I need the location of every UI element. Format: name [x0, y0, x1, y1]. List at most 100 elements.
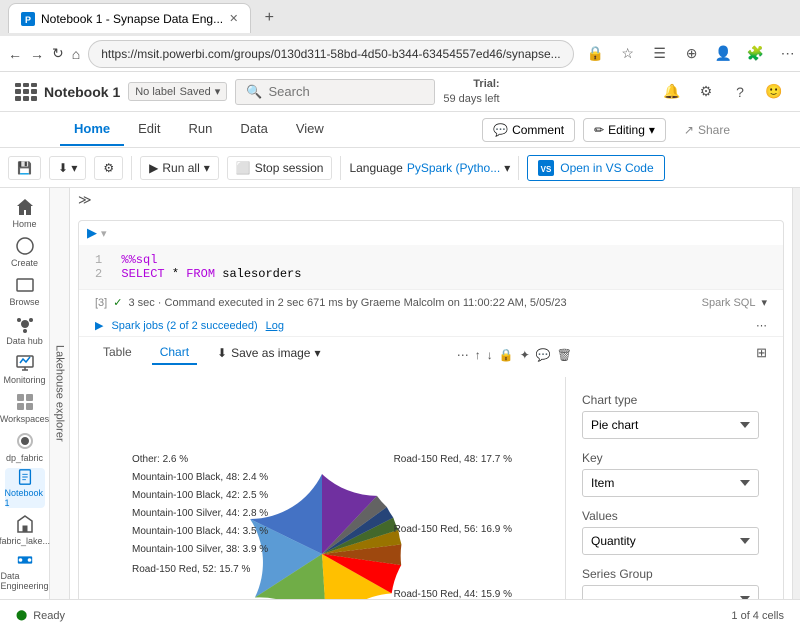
cell-format-icon[interactable]: ✦ — [520, 348, 530, 362]
spark-expand-icon[interactable]: ▶ — [95, 319, 103, 332]
collapse-button[interactable]: ≫ — [78, 192, 92, 208]
values-section: Values Quantity — [582, 509, 759, 555]
save-image-button[interactable]: ⬇ Save as image ▾ — [209, 342, 328, 364]
refresh-button[interactable]: ↻ — [52, 40, 64, 68]
chart-type-section: Chart type Pie chart — [582, 393, 759, 439]
spark-jobs-bar[interactable]: ▶ Spark jobs (2 of 2 succeeded) Log ⋯ — [79, 315, 783, 336]
cell-menu-icon[interactable]: ⋯ — [457, 348, 469, 362]
sidebar-item-data-hub[interactable]: Data hub — [5, 313, 45, 348]
tab-chart[interactable]: Chart — [152, 341, 197, 365]
tab-view[interactable]: View — [282, 113, 338, 146]
pie-label-rd150-52: Road-150 Red, 52: 15.7 % — [132, 564, 250, 575]
series-group-select[interactable] — [582, 585, 759, 599]
tab-data[interactable]: Data — [226, 113, 281, 146]
cell-collapse-icon[interactable]: ▾ — [101, 227, 107, 240]
cell-toolbar: ⋯ ↑ ↓ 🔒 ✦ 💬 🗑 — [457, 348, 572, 362]
explorer-panel[interactable]: Lakehouse explorer — [50, 188, 70, 599]
svg-text:VS: VS — [541, 165, 552, 174]
sidebar-item-notebook[interactable]: Notebook 1 — [5, 468, 45, 508]
browser-menu-icon[interactable]: ⋯ — [774, 40, 800, 68]
chart-type-label: Chart type — [582, 393, 759, 407]
chevron-down-icon: ▾ — [215, 85, 221, 98]
smiley-icon[interactable]: 🙂 — [760, 78, 788, 106]
browser-nav: ← → ↻ ⌂ https://msit.powerbi.com/groups/… — [0, 36, 800, 72]
run-all-button[interactable]: ▶ Run all ▾ — [140, 156, 219, 180]
cell-delete-icon[interactable]: 🗑 — [557, 348, 572, 362]
sidebar-item-browse[interactable]: Browse — [5, 274, 45, 309]
chart-icon-button[interactable]: ⊞ — [756, 345, 767, 361]
open-vs-code-button[interactable]: VS Open in VS Code — [527, 155, 664, 181]
tab-favicon-icon: P — [21, 12, 35, 26]
app: Notebook 1 No label Saved ▾ 🔍 Trial: 59 … — [0, 72, 800, 631]
code-cell: ▶ ▾ 1 %%sql 2 SELECT * FROM salesorders — [78, 220, 784, 599]
url-bar[interactable]: https://msit.powerbi.com/groups/0130d311… — [88, 40, 573, 68]
search-box[interactable]: 🔍 — [235, 79, 435, 105]
save-button[interactable]: 💾 — [8, 156, 41, 180]
status-section: ⬤ Ready — [16, 610, 65, 622]
output-text: 3 sec · Command executed in 2 sec 671 ms… — [128, 297, 566, 309]
sidebar-label-fabric-lakehouse: fabric_lake... — [0, 536, 50, 546]
language-selector[interactable]: Language PySpark (Pytho... ▾ — [349, 161, 510, 175]
key-section: Key Item — [582, 451, 759, 497]
sidebar-item-create[interactable]: Create — [5, 235, 45, 270]
search-input[interactable] — [269, 84, 425, 99]
toolbar-separator — [131, 156, 132, 180]
bell-icon[interactable]: 🔔 — [658, 78, 686, 106]
notebook-area: ≫ ▶ ▾ 1 %%sql 2 SELECT * — [70, 188, 792, 599]
lang-chevron-icon: ▾ — [504, 161, 510, 175]
data-engineering-icon[interactable]: Data Engineering — [5, 551, 45, 591]
share-button[interactable]: ↗ Share — [674, 119, 740, 141]
zoom-icon[interactable]: ⊕ — [678, 40, 706, 68]
editing-chevron-icon: ▾ — [649, 123, 655, 137]
tab-run[interactable]: Run — [175, 113, 227, 146]
help-icon[interactable]: ? — [726, 78, 754, 106]
sidebar-item-dp-fabric[interactable]: dp_fabric — [5, 429, 45, 464]
cell-run-button[interactable]: ▶ — [87, 225, 97, 241]
editing-button[interactable]: ✏ Editing ▾ — [583, 118, 666, 142]
search-icon: 🔍 — [246, 84, 262, 100]
sidebar-item-workspaces[interactable]: Workspaces — [5, 390, 45, 425]
left-sidebar: Home Create Browse Data hub Monitoring W… — [0, 188, 50, 599]
sidebar-item-monitoring[interactable]: Monitoring — [5, 352, 45, 387]
series-group-section: Series Group — [582, 567, 759, 599]
values-select[interactable]: Quantity — [582, 527, 759, 555]
settings-icon[interactable]: ⚙ — [692, 78, 720, 106]
series-group-label: Series Group — [582, 567, 759, 581]
star-icon[interactable]: ☆ — [614, 40, 642, 68]
cell-lock-icon[interactable]: 🔒 — [499, 348, 514, 362]
sidebar-label-home: Home — [12, 219, 36, 229]
settings-button[interactable]: ⚙ — [94, 156, 123, 180]
tab-edit[interactable]: Edit — [124, 113, 174, 146]
sidebar-item-home[interactable]: Home — [5, 196, 45, 231]
profile-icon[interactable]: 👤 — [710, 40, 738, 68]
tab-close-icon[interactable]: ✕ — [229, 12, 238, 25]
download-button[interactable]: ⬇ ▾ — [49, 156, 86, 180]
check-icon: ✓ — [113, 296, 122, 309]
nav-icons: 🔒 ☆ ☰ ⊕ 👤 🧩 ⋯ b — [582, 40, 800, 68]
chart-type-select[interactable]: Pie chart — [582, 411, 759, 439]
spark-more-icon[interactable]: ⋯ — [756, 319, 767, 332]
cell-header: ▶ ▾ — [79, 221, 783, 245]
sidebar-item-fabric-lakehouse[interactable]: fabric_lake... — [5, 512, 45, 547]
cell-comment-icon[interactable]: 💬 — [536, 348, 551, 362]
cell-move-down-icon[interactable]: ↓ — [487, 348, 493, 362]
tab-table[interactable]: Table — [95, 341, 140, 365]
forward-button[interactable]: → — [30, 40, 44, 68]
vertical-scrollbar[interactable] — [792, 188, 800, 599]
output-chevron-icon[interactable]: ▾ — [761, 296, 767, 309]
no-label-badge[interactable]: No label Saved ▾ — [128, 82, 227, 101]
log-link[interactable]: Log — [266, 320, 284, 332]
key-select[interactable]: Item — [582, 469, 759, 497]
pie-label-mtn100-blk48: Mountain-100 Black, 48: 2.4 % — [132, 472, 268, 483]
apps-grid-icon[interactable] — [12, 80, 36, 104]
collections-icon[interactable]: ☰ — [646, 40, 674, 68]
tab-home[interactable]: Home — [60, 113, 124, 146]
home-button[interactable]: ⌂ — [72, 40, 80, 68]
extensions-icon[interactable]: 🧩 — [742, 40, 770, 68]
browser-tab[interactable]: P Notebook 1 - Synapse Data Eng... ✕ — [8, 3, 251, 33]
new-tab-button[interactable]: + — [255, 4, 283, 32]
comment-button[interactable]: 💬 Comment — [482, 118, 575, 142]
back-button[interactable]: ← — [8, 40, 22, 68]
cell-move-up-icon[interactable]: ↑ — [475, 348, 481, 362]
stop-session-button[interactable]: ⬜ Stop session — [227, 156, 333, 180]
